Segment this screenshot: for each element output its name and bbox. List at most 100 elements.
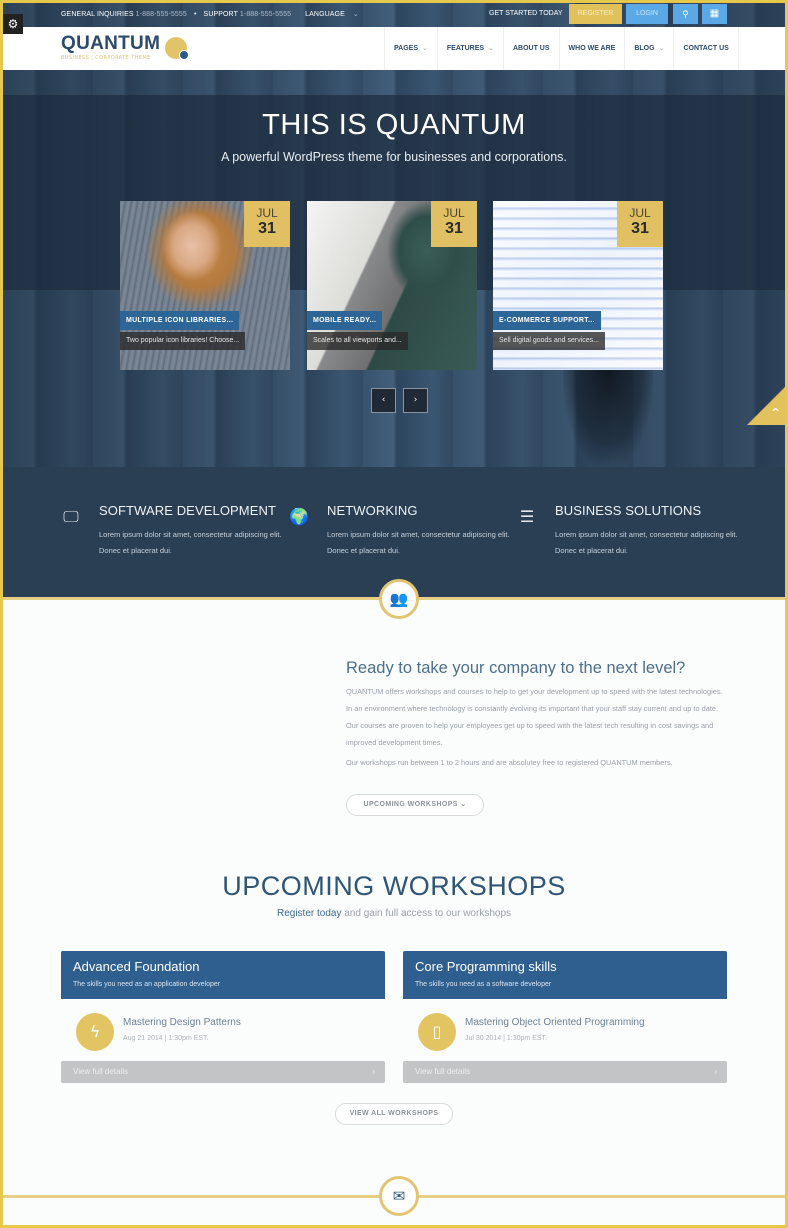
chevron-down-icon: ⌄ [658, 45, 665, 52]
workshop-course-title[interactable]: Mastering Object Oriented Programming [465, 1017, 645, 1028]
card-title[interactable]: MOBILE READY... [307, 311, 383, 330]
workshop-track-tagline: The skills you need as an application de… [73, 981, 221, 988]
hero-subtitle: A powerful WordPress theme for businesse… [221, 150, 567, 164]
workshop-card-header: Core Programming skills The skills you n… [403, 951, 727, 999]
nav-item-about-us[interactable]: ABOUT US [502, 27, 559, 70]
date-day: 31 [631, 220, 649, 237]
nav-item-contact-us[interactable]: CONTACT US [673, 27, 739, 70]
get-started-text: GET STARTED TODAY [489, 10, 563, 17]
nav-item-features[interactable]: FEATURES ⌄ [436, 27, 503, 70]
about-paragraph: QUANTUM offers workshops and courses to … [346, 687, 723, 747]
slider-card[interactable]: JUL 31 MOBILE READY... Scales to all vie… [307, 201, 477, 370]
logo-mark-dot [179, 50, 189, 60]
general-inquiries-label: GENERAL INQUIRIES [61, 11, 134, 18]
grid-icon: ▦ [709, 8, 720, 19]
workshop-date: Aug 21 2014 | 1:30pm EST. [123, 1035, 209, 1042]
services-section: 🖵 SOFTWARE DEVELOPMENT Lorem ipsum dolor… [3, 467, 785, 598]
slider-card[interactable]: JUL 31 E-COMMERCE SUPPORT... Sell digita… [493, 201, 663, 370]
workshop-card: Advanced Foundation The skills you need … [61, 951, 385, 1083]
chevron-down-icon: ⌄ [422, 45, 428, 52]
workshops-subtitle: Register today and gain full access to o… [3, 908, 785, 919]
hero-title: THIS IS QUANTUM [262, 109, 526, 141]
service-title: BUSINESS SOLUTIONS [555, 503, 702, 518]
chevron-left-icon: ‹ [381, 395, 386, 405]
workshop-date: Jul 30 2014 | 1:30pm EST. [465, 1035, 547, 1042]
card-title[interactable]: MULTIPLE ICON LIBRARIES... [120, 311, 240, 330]
main-navbar: QUANTUM BUSINESS | CORPORATE THEME PAGES… [3, 27, 785, 70]
monitor-icon: 🖵 [63, 507, 79, 526]
service-description: Lorem ipsum dolor sit amet, consectetur … [99, 530, 282, 555]
logo[interactable]: QUANTUM BUSINESS | CORPORATE THEME [61, 33, 189, 61]
card-excerpt: Scales to all viewports and... [307, 332, 408, 350]
nav-item-blog[interactable]: BLOG ⌄ [624, 27, 673, 70]
envelope-icon: ✉ [392, 1187, 406, 1205]
settings-button[interactable]: ⚙ [3, 14, 23, 34]
chevron-up-icon[interactable]: ^ [771, 406, 780, 419]
slider-next-button[interactable]: › [403, 388, 428, 413]
nav-menu: PAGES ⌄ FEATURES ⌄ ABOUT US WHO WE ARE BLO… [384, 27, 739, 70]
nav-item-label: BLOG [634, 45, 655, 52]
workshops-title: UPCOMING WORKSHOPS [222, 871, 566, 901]
team-badge: 👥 [379, 579, 419, 619]
top-bar: GENERAL INQUIRIES 1-888-555-5555 • SUPPO… [3, 3, 785, 27]
chevron-right-icon: › [413, 395, 418, 405]
date-day: 31 [445, 220, 463, 237]
general-inquiries-phone[interactable]: 1-888-555-5555 [136, 11, 187, 18]
nav-item-pages[interactable]: PAGES ⌄ [384, 27, 437, 70]
service-description: Lorem ipsum dolor sit amet, consectetur … [555, 530, 738, 555]
card-title[interactable]: E-COMMERCE SUPPORT... [493, 311, 601, 330]
register-button[interactable]: REGISTER [569, 4, 622, 24]
date-month: JUL [256, 206, 278, 220]
support-label: SUPPORT [203, 11, 238, 18]
logo-wordmark: QUANTUM [61, 33, 161, 54]
slider-card[interactable]: JUL 31 MULTIPLE ICON LIBRARIES... Two po… [120, 201, 290, 370]
register-today-link[interactable]: Register today [277, 908, 341, 919]
date-month: JUL [443, 206, 465, 220]
support-phone[interactable]: 1-888-555-5555 [240, 11, 291, 18]
workshop-track-tagline: The skills you need as a software develo… [415, 981, 552, 988]
nav-item-who-we-are[interactable]: WHO WE ARE [558, 27, 625, 70]
separator: • [193, 11, 197, 18]
workshop-course-title[interactable]: Mastering Design Patterns [123, 1017, 241, 1028]
nav-item-label: CONTACT US [683, 45, 729, 52]
contact-info: GENERAL INQUIRIES 1-888-555-5555 • SUPPO… [61, 10, 359, 18]
date-badge: JUL 31 [617, 201, 663, 247]
chevron-right-icon: › [372, 1067, 375, 1076]
language-selector[interactable]: LANGUAGE [305, 11, 345, 18]
upcoming-workshops-button[interactable]: UPCOMING WORKSHOPS ⌄ [346, 794, 484, 816]
database-icon: ☰ [519, 507, 535, 526]
workshop-track-name: Core Programming skills [415, 959, 557, 974]
login-button[interactable]: LOGIN [626, 4, 668, 24]
workshop-card: Core Programming skills The skills you n… [403, 951, 727, 1083]
gear-icon: ⚙ [7, 17, 19, 31]
nav-item-label: ABOUT US [512, 45, 550, 52]
logo-tagline: BUSINESS | CORPORATE THEME [61, 55, 151, 61]
date-badge: JUL 31 [431, 201, 477, 247]
date-badge: JUL 31 [244, 201, 290, 247]
subtitle-text: and gain full access to our workshops [341, 908, 512, 919]
search-icon: ⚲ [682, 9, 689, 19]
view-all-workshops-button[interactable]: VIEW ALL WORKSHOPS [335, 1103, 453, 1125]
slider-prev-button[interactable]: ‹ [371, 388, 396, 413]
tablet-icon: ▯ [418, 1013, 456, 1051]
team-icon: 👥 [389, 590, 409, 608]
contact-badge[interactable]: ✉ [379, 1176, 419, 1216]
nav-item-label: PAGES [394, 45, 418, 52]
chevron-down-icon: ⌄ [352, 11, 359, 18]
nav-item-label: WHO WE ARE [568, 45, 616, 52]
page-frame: GENERAL INQUIRIES 1-888-555-5555 • SUPPO… [3, 3, 785, 1225]
grid-menu-button[interactable]: ▦ [702, 4, 727, 24]
view-details-button[interactable]: View full details › [403, 1061, 727, 1083]
search-button[interactable]: ⚲ [673, 4, 698, 24]
view-details-button[interactable]: View full details › [61, 1061, 385, 1083]
chevron-right-icon: › [714, 1067, 717, 1076]
view-details-label: View full details [73, 1067, 128, 1076]
date-day: 31 [258, 220, 276, 237]
nav-item-label: FEATURES [446, 45, 485, 52]
card-excerpt: Sell digital goods and services... [493, 332, 605, 350]
lightning-icon: ϟ [76, 1013, 114, 1051]
globe-icon: 🌍 [289, 507, 309, 526]
service-title: NETWORKING [327, 503, 418, 518]
service-title: SOFTWARE DEVELOPMENT [99, 503, 277, 518]
about-paragraph: Our workshops run between 1 to 2 hours a… [346, 758, 673, 767]
